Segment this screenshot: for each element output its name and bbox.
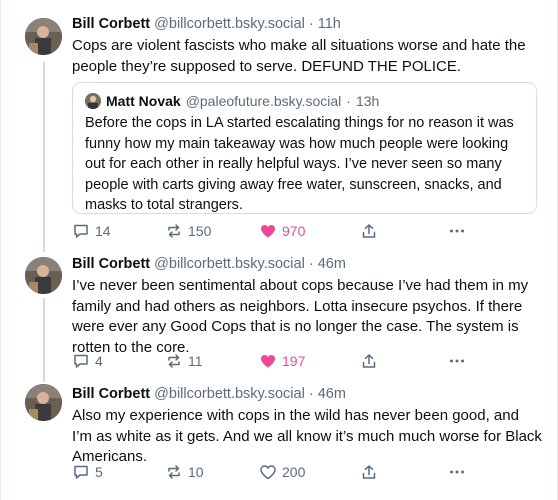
avatar[interactable] <box>25 18 62 55</box>
speech-bubble-icon <box>74 354 88 368</box>
quoted-avatar <box>85 93 101 109</box>
reply-button[interactable]: 14 <box>72 222 111 240</box>
share-upload-icon <box>362 354 376 368</box>
author-name[interactable]: Bill Corbett <box>72 256 150 272</box>
repost-button[interactable]: 150 <box>165 222 211 240</box>
repost-count: 10 <box>188 464 204 480</box>
repost-arrows-icon <box>168 354 180 368</box>
more-options-button[interactable] <box>448 222 466 240</box>
post-meta: Bill Corbett @billcorbett.bsky.social · … <box>72 254 542 274</box>
avatar[interactable] <box>25 384 62 421</box>
quoted-author-handle: @paleofuture.bsky.social <box>185 93 342 109</box>
quoted-post-text: Before the cops in LA started escalating… <box>85 115 514 213</box>
like-button[interactable]: 197 <box>259 352 305 370</box>
like-count: 200 <box>282 464 306 480</box>
thread-line <box>43 62 45 252</box>
quoted-post-meta: Matt Novak @paleofuture.bsky.social · 13… <box>85 91 524 111</box>
ellipsis-icon <box>450 470 464 474</box>
meta-separator: · <box>308 386 314 402</box>
reply-button[interactable]: 4 <box>72 352 103 370</box>
reply-count: 4 <box>95 353 103 369</box>
heart-icon <box>260 465 276 480</box>
like-count: 970 <box>282 223 306 239</box>
repost-button[interactable]: 11 <box>165 352 203 370</box>
heart-icon <box>261 225 275 238</box>
share-upload-icon <box>362 465 376 479</box>
share-button[interactable] <box>360 222 378 240</box>
like-count: 197 <box>282 353 306 369</box>
like-button[interactable]: 200 <box>259 463 305 481</box>
post-text: Also my experience with cops in the wild… <box>72 407 542 465</box>
quoted-post[interactable]: Matt Novak @paleofuture.bsky.social · 13… <box>72 82 537 214</box>
feed-thread: Bill Corbett @billcorbett.bsky.social · … <box>0 0 558 500</box>
ellipsis-icon <box>450 359 464 363</box>
meta-separator: · <box>308 256 314 272</box>
repost-button[interactable]: 10 <box>165 463 204 481</box>
post-time[interactable]: 11h <box>318 16 341 32</box>
repost-count: 150 <box>188 223 212 239</box>
post-text: Cops are violent fascists who make all s… <box>72 37 526 75</box>
post-meta: Bill Corbett @billcorbett.bsky.social · … <box>72 14 542 34</box>
avatar-photo <box>25 257 62 294</box>
post-text: I’ve never been sentimental about cops b… <box>72 277 529 356</box>
share-button[interactable] <box>360 463 378 481</box>
post-time[interactable]: 46m <box>318 386 346 402</box>
repost-arrows-icon <box>168 224 180 238</box>
avatar[interactable] <box>25 257 62 294</box>
like-button[interactable]: 970 <box>259 222 305 240</box>
post-meta: Bill Corbett @billcorbett.bsky.social · … <box>72 384 542 404</box>
share-button[interactable] <box>360 352 378 370</box>
reply-count: 5 <box>95 464 103 480</box>
thread-line <box>43 298 45 382</box>
post-actions: 4 11 197 <box>72 351 472 371</box>
post-actions: 14 150 970 <box>72 221 472 241</box>
ellipsis-icon <box>450 229 464 233</box>
reply-count: 14 <box>95 223 111 239</box>
heart-icon <box>261 355 275 368</box>
post-actions: 5 10 200 <box>72 462 472 482</box>
meta-separator: · <box>308 16 314 32</box>
share-upload-icon <box>362 224 376 238</box>
author-name[interactable]: Bill Corbett <box>72 16 150 32</box>
more-options-button[interactable] <box>448 463 466 481</box>
speech-bubble-icon <box>74 224 88 238</box>
quoted-post-time: 13h <box>355 93 380 109</box>
speech-bubble-icon <box>74 465 88 479</box>
author-handle[interactable]: @billcorbett.bsky.social <box>154 16 305 32</box>
author-handle[interactable]: @billcorbett.bsky.social <box>154 256 305 272</box>
post-time[interactable]: 46m <box>318 256 346 272</box>
reply-button[interactable]: 5 <box>72 463 103 481</box>
more-options-button[interactable] <box>448 352 466 370</box>
author-handle[interactable]: @billcorbett.bsky.social <box>154 386 305 402</box>
quoted-author-name: Matt Novak <box>106 93 181 109</box>
repost-count: 11 <box>188 353 203 369</box>
repost-arrows-icon <box>168 465 180 479</box>
avatar-photo <box>25 384 62 421</box>
avatar-photo <box>25 18 62 55</box>
author-name[interactable]: Bill Corbett <box>72 386 150 402</box>
meta-separator: · <box>346 93 351 109</box>
